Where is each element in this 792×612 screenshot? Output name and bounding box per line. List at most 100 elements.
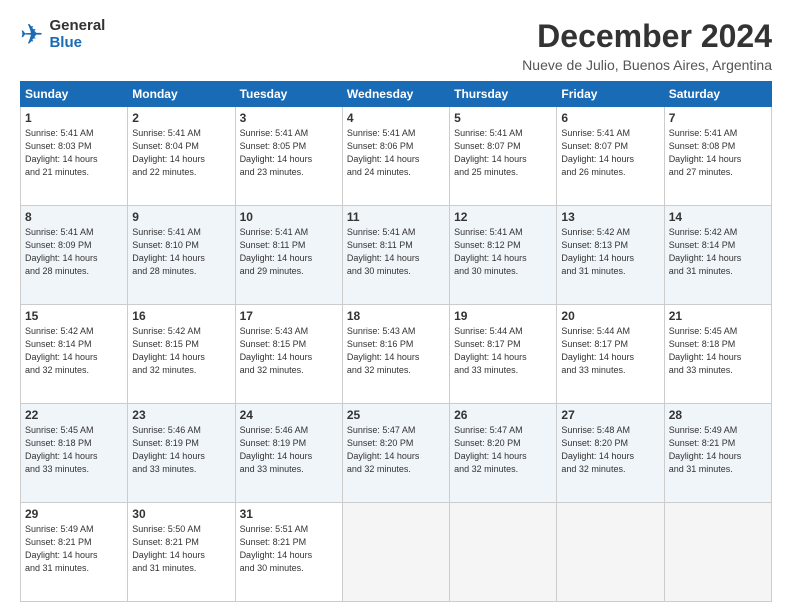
day-info: Sunrise: 5:41 AM Sunset: 8:11 PM Dayligh… <box>240 226 338 278</box>
day-info: Sunrise: 5:41 AM Sunset: 8:12 PM Dayligh… <box>454 226 552 278</box>
day-info: Sunrise: 5:48 AM Sunset: 8:20 PM Dayligh… <box>561 424 659 476</box>
logo-text-blue: Blue <box>49 35 105 52</box>
table-row: 30 Sunrise: 5:50 AM Sunset: 8:21 PM Dayli… <box>128 503 235 602</box>
day-info: Sunrise: 5:47 AM Sunset: 8:20 PM Dayligh… <box>347 424 445 476</box>
day-info: Sunrise: 5:47 AM Sunset: 8:20 PM Dayligh… <box>454 424 552 476</box>
day-number: 15 <box>25 309 123 323</box>
table-row: 13 Sunrise: 5:42 AM Sunset: 8:13 PM Dayli… <box>557 206 664 305</box>
calendar-week-row: 1Sunrise: 5:41 AM Sunset: 8:03 PM Daylig… <box>21 107 772 206</box>
header-sunday: Sunday <box>21 82 128 107</box>
day-info: Sunrise: 5:46 AM Sunset: 8:19 PM Dayligh… <box>132 424 230 476</box>
page: ✈ General Blue December 2024 Nueve de Ju… <box>0 0 792 612</box>
table-row: 26 Sunrise: 5:47 AM Sunset: 8:20 PM Dayli… <box>450 404 557 503</box>
table-row: 25 Sunrise: 5:47 AM Sunset: 8:20 PM Dayli… <box>342 404 449 503</box>
table-row: 21 Sunrise: 5:45 AM Sunset: 8:18 PM Dayli… <box>664 305 771 404</box>
day-info: Sunrise: 5:49 AM Sunset: 8:21 PM Dayligh… <box>669 424 767 476</box>
table-row: 5 Sunrise: 5:41 AM Sunset: 8:07 PM Daylig… <box>450 107 557 206</box>
table-row: 8 Sunrise: 5:41 AM Sunset: 8:09 PM Daylig… <box>21 206 128 305</box>
table-row: 16 Sunrise: 5:42 AM Sunset: 8:15 PM Dayli… <box>128 305 235 404</box>
day-info: Sunrise: 5:41 AM Sunset: 8:04 PM Dayligh… <box>132 127 230 179</box>
table-row: 22 Sunrise: 5:45 AM Sunset: 8:18 PM Dayli… <box>21 404 128 503</box>
day-info: Sunrise: 5:41 AM Sunset: 8:05 PM Dayligh… <box>240 127 338 179</box>
table-row <box>664 503 771 602</box>
day-number: 26 <box>454 408 552 422</box>
day-number: 31 <box>240 507 338 521</box>
calendar-week-row: 15Sunrise: 5:42 AM Sunset: 8:14 PM Dayli… <box>21 305 772 404</box>
day-info: Sunrise: 5:46 AM Sunset: 8:19 PM Dayligh… <box>240 424 338 476</box>
day-info: Sunrise: 5:41 AM Sunset: 8:10 PM Dayligh… <box>132 226 230 278</box>
header-saturday: Saturday <box>664 82 771 107</box>
day-info: Sunrise: 5:41 AM Sunset: 8:06 PM Dayligh… <box>347 127 445 179</box>
logo-bird-icon: ✈ <box>20 21 43 49</box>
header-monday: Monday <box>128 82 235 107</box>
header-friday: Friday <box>557 82 664 107</box>
day-info: Sunrise: 5:43 AM Sunset: 8:16 PM Dayligh… <box>347 325 445 377</box>
day-number: 30 <box>132 507 230 521</box>
day-info: Sunrise: 5:51 AM Sunset: 8:21 PM Dayligh… <box>240 523 338 575</box>
table-row: 14 Sunrise: 5:42 AM Sunset: 8:14 PM Dayli… <box>664 206 771 305</box>
calendar-table: Sunday Monday Tuesday Wednesday Thursday… <box>20 81 772 602</box>
header-wednesday: Wednesday <box>342 82 449 107</box>
day-number: 3 <box>240 111 338 125</box>
table-row <box>342 503 449 602</box>
table-row: 15Sunrise: 5:42 AM Sunset: 8:14 PM Dayli… <box>21 305 128 404</box>
table-row: 31 Sunrise: 5:51 AM Sunset: 8:21 PM Dayli… <box>235 503 342 602</box>
day-info: Sunrise: 5:41 AM Sunset: 8:07 PM Dayligh… <box>561 127 659 179</box>
day-info: Sunrise: 5:41 AM Sunset: 8:11 PM Dayligh… <box>347 226 445 278</box>
day-info: Sunrise: 5:42 AM Sunset: 8:13 PM Dayligh… <box>561 226 659 278</box>
day-info: Sunrise: 5:44 AM Sunset: 8:17 PM Dayligh… <box>561 325 659 377</box>
day-info: Sunrise: 5:41 AM Sunset: 8:09 PM Dayligh… <box>25 226 123 278</box>
table-row: 9Sunrise: 5:41 AM Sunset: 8:10 PM Daylig… <box>128 206 235 305</box>
day-info: Sunrise: 5:43 AM Sunset: 8:15 PM Dayligh… <box>240 325 338 377</box>
day-number: 29 <box>25 507 123 521</box>
day-number: 12 <box>454 210 552 224</box>
day-number: 22 <box>25 408 123 422</box>
table-row: 24Sunrise: 5:46 AM Sunset: 8:19 PM Dayli… <box>235 404 342 503</box>
day-info: Sunrise: 5:49 AM Sunset: 8:21 PM Dayligh… <box>25 523 123 575</box>
day-number: 20 <box>561 309 659 323</box>
day-number: 27 <box>561 408 659 422</box>
day-number: 14 <box>669 210 767 224</box>
table-row: 6 Sunrise: 5:41 AM Sunset: 8:07 PM Daylig… <box>557 107 664 206</box>
day-number: 2 <box>132 111 230 125</box>
calendar-title: December 2024 <box>522 18 772 55</box>
table-row: 11Sunrise: 5:41 AM Sunset: 8:11 PM Dayli… <box>342 206 449 305</box>
day-number: 17 <box>240 309 338 323</box>
day-number: 18 <box>347 309 445 323</box>
logo: ✈ General Blue <box>20 18 105 51</box>
day-number: 28 <box>669 408 767 422</box>
day-info: Sunrise: 5:41 AM Sunset: 8:07 PM Dayligh… <box>454 127 552 179</box>
table-row: 29 Sunrise: 5:49 AM Sunset: 8:21 PM Dayli… <box>21 503 128 602</box>
table-row: 1Sunrise: 5:41 AM Sunset: 8:03 PM Daylig… <box>21 107 128 206</box>
day-info: Sunrise: 5:42 AM Sunset: 8:15 PM Dayligh… <box>132 325 230 377</box>
calendar-week-row: 22 Sunrise: 5:45 AM Sunset: 8:18 PM Dayli… <box>21 404 772 503</box>
day-info: Sunrise: 5:42 AM Sunset: 8:14 PM Dayligh… <box>669 226 767 278</box>
logo-text-general: General <box>49 18 105 35</box>
day-number: 6 <box>561 111 659 125</box>
day-number: 21 <box>669 309 767 323</box>
table-row: 7Sunrise: 5:41 AM Sunset: 8:08 PM Daylig… <box>664 107 771 206</box>
table-row: 10Sunrise: 5:41 AM Sunset: 8:11 PM Dayli… <box>235 206 342 305</box>
day-number: 5 <box>454 111 552 125</box>
table-row <box>557 503 664 602</box>
header-tuesday: Tuesday <box>235 82 342 107</box>
table-row: 3 Sunrise: 5:41 AM Sunset: 8:05 PM Daylig… <box>235 107 342 206</box>
day-number: 8 <box>25 210 123 224</box>
day-number: 16 <box>132 309 230 323</box>
table-row: 19 Sunrise: 5:44 AM Sunset: 8:17 PM Dayli… <box>450 305 557 404</box>
day-number: 19 <box>454 309 552 323</box>
day-info: Sunrise: 5:50 AM Sunset: 8:21 PM Dayligh… <box>132 523 230 575</box>
table-row <box>450 503 557 602</box>
day-info: Sunrise: 5:44 AM Sunset: 8:17 PM Dayligh… <box>454 325 552 377</box>
calendar-week-row: 8 Sunrise: 5:41 AM Sunset: 8:09 PM Daylig… <box>21 206 772 305</box>
day-info: Sunrise: 5:41 AM Sunset: 8:03 PM Dayligh… <box>25 127 123 179</box>
table-row: 28 Sunrise: 5:49 AM Sunset: 8:21 PM Dayli… <box>664 404 771 503</box>
calendar-subtitle: Nueve de Julio, Buenos Aires, Argentina <box>522 57 772 73</box>
day-number: 7 <box>669 111 767 125</box>
header: ✈ General Blue December 2024 Nueve de Ju… <box>20 18 772 73</box>
day-number: 25 <box>347 408 445 422</box>
day-info: Sunrise: 5:45 AM Sunset: 8:18 PM Dayligh… <box>25 424 123 476</box>
table-row: 12 Sunrise: 5:41 AM Sunset: 8:12 PM Dayli… <box>450 206 557 305</box>
day-info: Sunrise: 5:45 AM Sunset: 8:18 PM Dayligh… <box>669 325 767 377</box>
day-number: 13 <box>561 210 659 224</box>
